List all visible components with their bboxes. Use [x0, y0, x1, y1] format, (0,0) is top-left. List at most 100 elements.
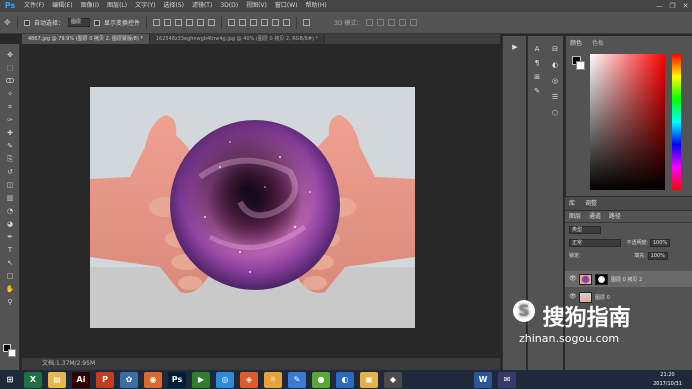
panel-shortcut-icon[interactable]: ¶ [532, 58, 542, 68]
crop-tool-icon[interactable]: ⌗ [3, 102, 17, 112]
type-tool-icon[interactable]: T [3, 245, 17, 255]
align-bottom-icon[interactable] [175, 19, 183, 26]
distribute-hcenter-icon[interactable] [272, 19, 280, 26]
app-icon-5[interactable]: ✎ [288, 371, 306, 388]
eraser-tool-icon[interactable]: ◫ [3, 180, 17, 190]
tab-paths[interactable]: 路径 [609, 213, 621, 220]
marquee-tool-icon[interactable]: ⬚ [3, 63, 17, 73]
panel-shortcut-icon[interactable]: ✎ [532, 86, 542, 96]
app-icon-8[interactable]: ▣ [360, 371, 378, 388]
panel-shortcut-icon[interactable]: ⊟ [550, 44, 560, 54]
photoshop-icon[interactable]: Ps [168, 371, 186, 388]
align-top-icon[interactable] [153, 19, 161, 26]
slide-3d-icon[interactable] [399, 19, 407, 26]
panel-shortcut-icon[interactable]: ◎ [550, 76, 560, 86]
panel-shortcut-icon[interactable]: ◐ [550, 60, 560, 70]
browser-icon[interactable]: ◎ [216, 371, 234, 388]
clone-stamp-icon[interactable]: ⎘ [3, 154, 17, 164]
eyedropper-tool-icon[interactable]: ✑ [3, 115, 17, 125]
blur-tool-icon[interactable]: ◔ [3, 206, 17, 216]
orbit-3d-icon[interactable] [366, 19, 374, 26]
tab-document-1[interactable]: 4867.jpg @ 79.9% (图层 0 拷贝 2, 图层蒙版/8) * [22, 34, 150, 44]
path-select-icon[interactable]: ↖ [3, 258, 17, 268]
play-icon[interactable]: ▶ [510, 42, 520, 52]
menu-item[interactable]: 编辑(E) [48, 0, 76, 12]
zoom-tool-icon[interactable]: ⚲ [3, 297, 17, 307]
healing-brush-icon[interactable]: ✚ [3, 128, 17, 138]
distribute-right-icon[interactable] [283, 19, 291, 26]
roll-3d-icon[interactable] [377, 19, 385, 26]
menu-item[interactable]: 视图(V) [242, 0, 271, 12]
app-icon-7[interactable]: ◐ [336, 371, 354, 388]
hue-slider[interactable] [672, 54, 681, 190]
tab-channels[interactable]: 通道 [589, 213, 601, 220]
menu-item[interactable]: 窗口(W) [271, 0, 302, 12]
menu-item[interactable]: 图层(L) [103, 0, 131, 12]
minimize-button[interactable]: — [653, 0, 666, 12]
menu-item[interactable]: 帮助(H) [302, 0, 331, 12]
tab-adjustments[interactable]: 调整 [585, 200, 597, 207]
layer-mask-thumbnail[interactable] [595, 273, 608, 285]
auto-select-checkbox[interactable] [24, 19, 30, 26]
start-button[interactable]: ⊞ [2, 372, 18, 388]
color-picker-field[interactable] [590, 54, 665, 190]
menu-item[interactable]: 文件(F) [20, 0, 48, 12]
show-transform-checkbox[interactable] [94, 19, 101, 26]
word-icon[interactable]: W [474, 371, 492, 388]
align-right-icon[interactable] [208, 19, 216, 26]
panel-shortcut-icon[interactable]: ⊞ [532, 72, 542, 82]
auto-select-dropdown[interactable]: 图层 [68, 18, 91, 27]
menu-item[interactable]: 文字(Y) [131, 0, 159, 12]
opacity-input[interactable]: 100% [649, 238, 671, 247]
menu-item[interactable]: 选择(S) [159, 0, 188, 12]
hand-tool-icon[interactable]: ✋ [3, 284, 17, 294]
tab-swatches[interactable]: 色板 [588, 36, 608, 49]
tab-color[interactable]: 颜色 [566, 36, 586, 49]
quick-select-tool-icon[interactable]: ✧ [3, 89, 17, 99]
blend-mode-dropdown[interactable]: 正常 [569, 238, 621, 247]
move-tool-preset-icon[interactable]: ✥ [4, 19, 11, 27]
app-icon-3[interactable]: ◈ [240, 371, 258, 388]
menu-item[interactable]: 3D(D) [216, 0, 242, 12]
excel-icon[interactable]: X [24, 371, 42, 388]
align-hcenter-icon[interactable] [197, 19, 205, 26]
background-color-swatch[interactable] [576, 61, 585, 70]
panel-shortcut-icon[interactable]: A [532, 44, 542, 54]
distribute-vcenter-icon[interactable] [239, 19, 247, 26]
tab-libraries[interactable]: 库 [569, 200, 575, 207]
powerpoint-icon[interactable]: P [96, 371, 114, 388]
fill-input[interactable]: 100% [647, 251, 668, 260]
pen-tool-icon[interactable]: ✒ [3, 232, 17, 242]
app-icon-2[interactable]: ◉ [144, 371, 162, 388]
drag-3d-icon[interactable] [388, 19, 396, 26]
close-button[interactable]: ✕ [679, 0, 692, 12]
illustrator-icon[interactable]: Ai [72, 371, 90, 388]
gradient-tool-icon[interactable]: ▥ [3, 193, 17, 203]
auto-align-icon[interactable] [303, 19, 311, 26]
visibility-eye-icon[interactable]: 👁 [569, 276, 577, 282]
app-icon-1[interactable]: ✿ [120, 371, 138, 388]
history-brush-icon[interactable]: ↺ [3, 167, 17, 177]
panel-shortcut-icon[interactable]: ⬡ [550, 108, 560, 118]
scale-3d-icon[interactable] [410, 19, 418, 26]
move-tool-icon[interactable]: ✥ [3, 50, 17, 60]
distribute-bottom-icon[interactable] [250, 19, 258, 26]
panel-shortcut-icon[interactable]: ☰ [550, 92, 560, 102]
lasso-tool-icon[interactable]: ↀ [3, 76, 17, 86]
brush-tool-icon[interactable]: ✎ [3, 141, 17, 151]
app-icon-10[interactable]: ✉ [498, 371, 516, 388]
menu-item[interactable]: 图像(I) [77, 0, 103, 12]
dodge-tool-icon[interactable]: ◕ [3, 219, 17, 229]
app-icon-9[interactable]: ◆ [384, 371, 402, 388]
menu-item[interactable]: 滤镜(T) [188, 0, 216, 12]
background-swatch[interactable] [8, 349, 16, 357]
media-player-icon[interactable]: ▶ [192, 371, 210, 388]
align-left-icon[interactable] [186, 19, 194, 26]
folder-icon[interactable]: ▤ [48, 371, 66, 388]
shape-tool-icon[interactable]: □ [3, 271, 17, 281]
distribute-top-icon[interactable] [228, 19, 236, 26]
tab-document-2[interactable]: 162548z33eghnwgb4thw4g.jpg @ 40% (图层 0 拷… [149, 34, 326, 44]
app-icon-6[interactable]: ● [312, 371, 330, 388]
layer-row[interactable]: 👁 图层 0 拷贝 2 [565, 271, 692, 287]
tab-layers[interactable]: 图层 [569, 213, 581, 220]
